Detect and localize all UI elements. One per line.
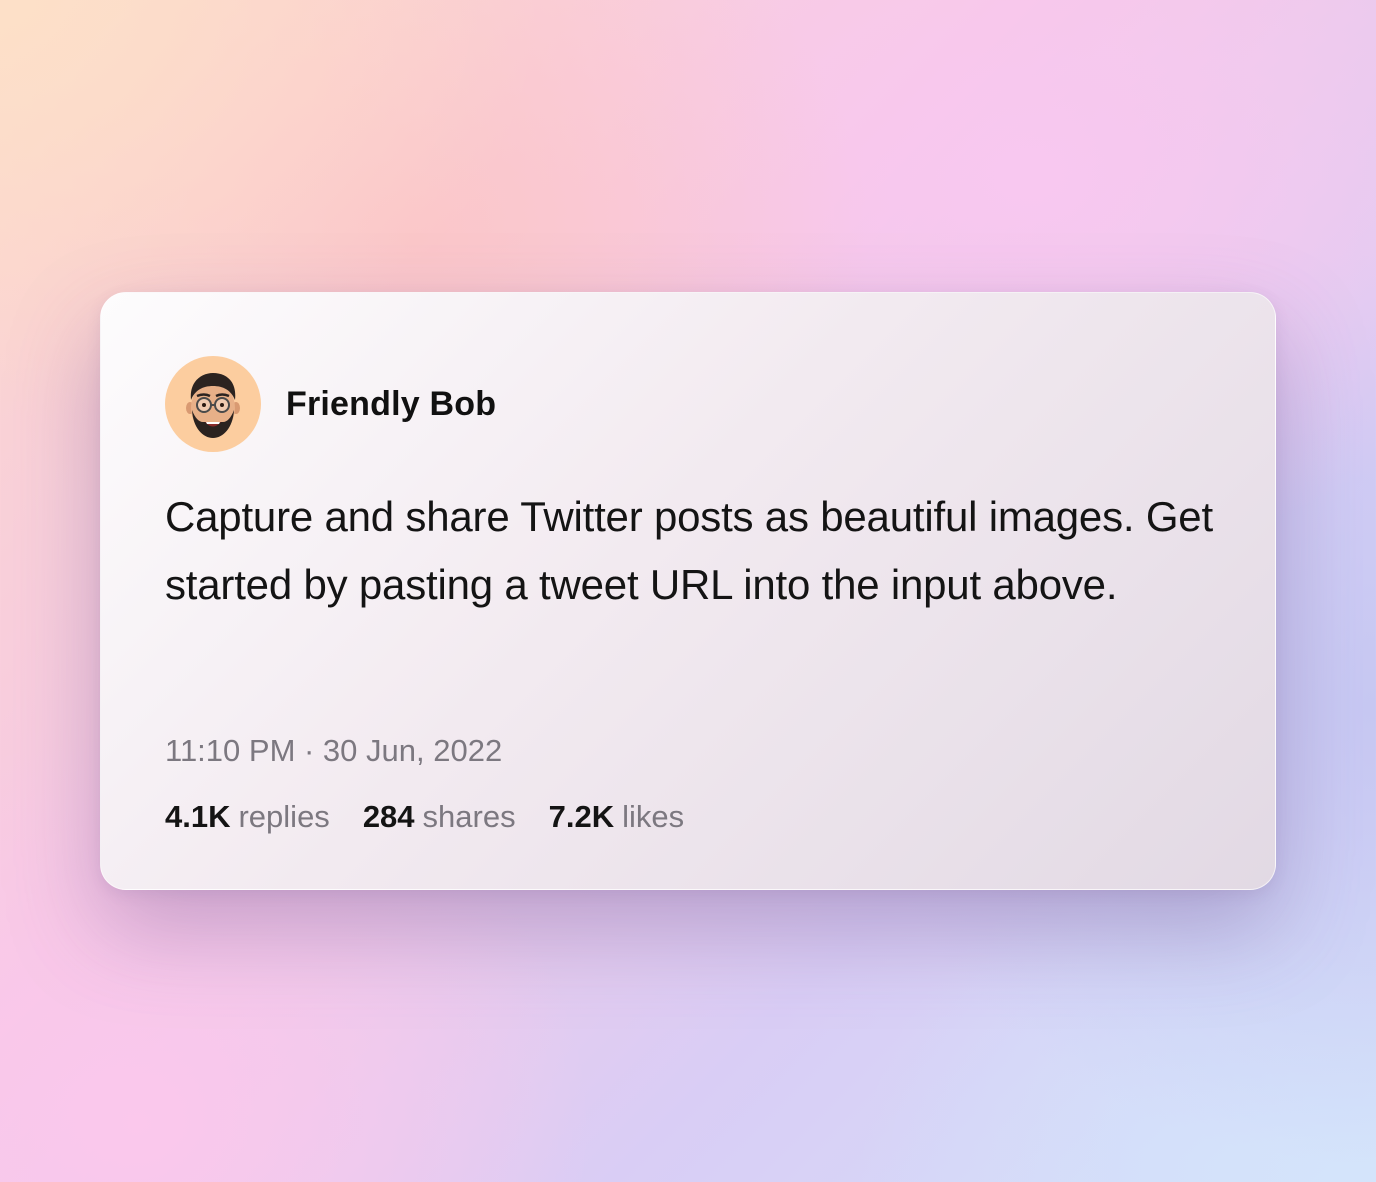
- replies-label: replies: [238, 799, 330, 834]
- shares-label: shares: [422, 799, 516, 834]
- memoji-avatar-icon: [186, 373, 240, 438]
- replies-count: 4.1K: [165, 799, 231, 834]
- replies-stat: 4.1K replies: [165, 799, 330, 835]
- tweet-header: Friendly Bob: [165, 356, 496, 452]
- avatar: [165, 356, 261, 452]
- shares-stat: 284 shares: [363, 799, 516, 835]
- tweet-text: Capture and share Twitter posts as beaut…: [165, 493, 1213, 608]
- shares-count: 284: [362, 799, 415, 834]
- author-name: Friendly Bob: [286, 384, 497, 423]
- likes-label: likes: [622, 799, 685, 834]
- likes-stat: 7.2K likes: [549, 799, 685, 835]
- tweet-stats: 4.1K replies 284 shares 7.2K likes: [165, 799, 717, 835]
- tweet-card: Friendly Bob Capture and share Twitter p…: [100, 292, 1276, 890]
- likes-count: 7.2K: [548, 799, 615, 834]
- tweet-timestamp: 11:10 PM · 30 Jun, 2022: [165, 733, 503, 768]
